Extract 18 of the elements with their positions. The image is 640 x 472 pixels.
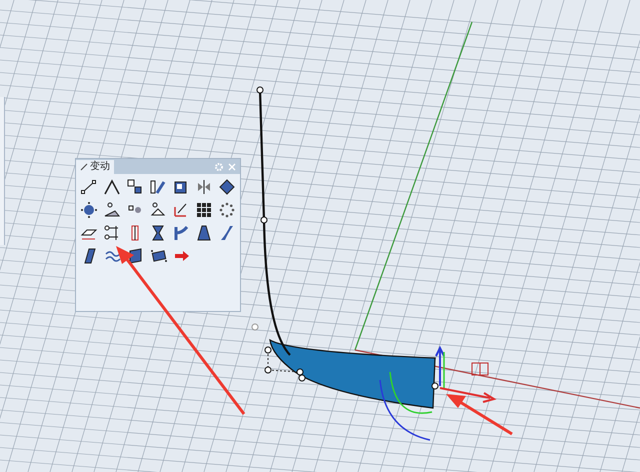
sphere-icon bbox=[80, 200, 98, 218]
tool-button[interactable] bbox=[79, 199, 100, 220]
diamond-icon bbox=[218, 178, 236, 196]
box-icon bbox=[472, 362, 488, 376]
toolbar-tab[interactable]: 变动 bbox=[76, 160, 114, 174]
ring-icon bbox=[218, 200, 236, 218]
plane-icon bbox=[149, 200, 167, 218]
peak-icon bbox=[103, 178, 122, 196]
taper-icon bbox=[194, 224, 213, 242]
panel-icon bbox=[126, 246, 144, 264]
slant-icon bbox=[149, 178, 167, 196]
line-icon bbox=[80, 178, 98, 196]
bend-icon bbox=[172, 224, 190, 242]
squares-icon bbox=[126, 178, 144, 196]
annotation-arrow bbox=[446, 394, 513, 436]
cone-icon bbox=[103, 200, 122, 218]
pencil-icon bbox=[80, 163, 88, 171]
grid-icon bbox=[194, 200, 213, 218]
